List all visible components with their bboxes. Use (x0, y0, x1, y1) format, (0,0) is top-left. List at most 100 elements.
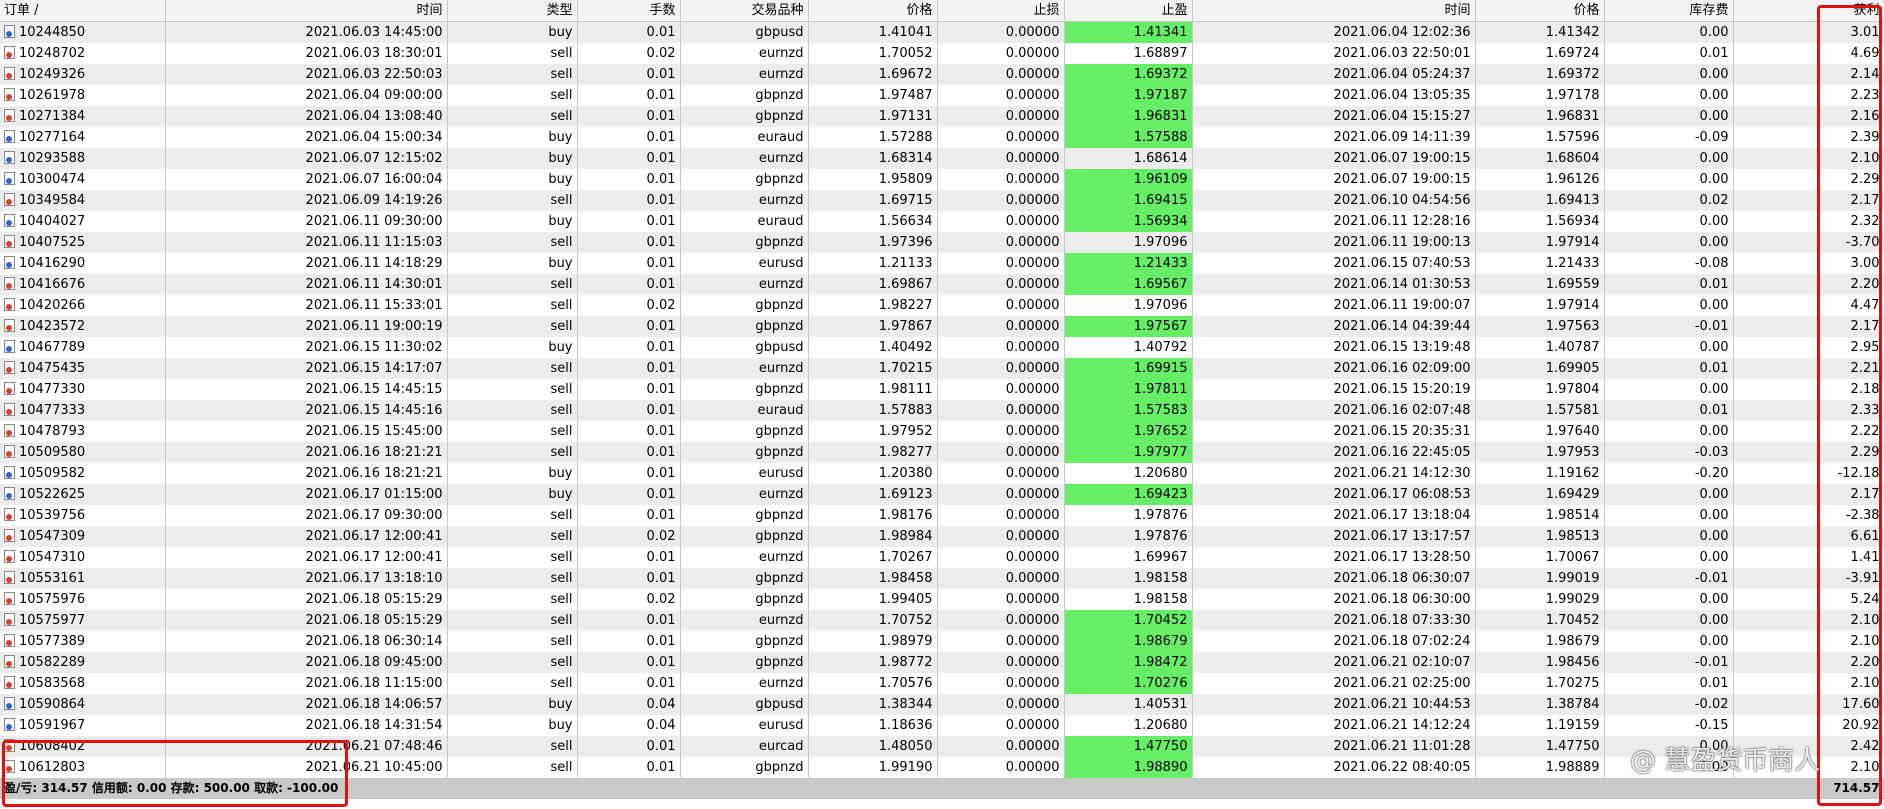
col-header-symbol[interactable]: 交易品种 (680, 0, 809, 22)
cell-sl: 0.00000 (937, 568, 1065, 589)
cell-time: 2021.06.17 01:15:00 (165, 484, 448, 505)
table-row[interactable]: 10553161 2021.06.17 13:18:10 sell 0.01 gbpnz… (0, 568, 1884, 589)
cell-time: 2021.06.04 09:00:00 (165, 85, 448, 106)
table-row[interactable]: 10575976 2021.06.18 05:15:29 sell 0.02 gbpnz… (0, 589, 1884, 610)
cell-close-price: 1.57596 (1475, 127, 1605, 148)
table-row[interactable]: 10407525 2021.06.11 11:15:03 sell 0.01 gbpnz… (0, 232, 1884, 253)
order-id: 10509582 (19, 466, 86, 481)
cell-close-price: 1.96831 (1475, 106, 1605, 127)
cell-type: sell (447, 232, 578, 253)
col-header-order[interactable]: 订单 / (0, 0, 166, 22)
table-row[interactable]: 10539756 2021.06.17 09:30:00 sell 0.01 gbpnz… (0, 505, 1884, 526)
col-header-tp[interactable]: 止盈 (1064, 0, 1193, 22)
table-row[interactable]: 10420266 2021.06.11 15:33:01 sell 0.02 gbpnz… (0, 295, 1884, 316)
cell-time: 2021.06.17 12:00:41 (165, 526, 448, 547)
cell-tp: 1.98890 (1064, 757, 1193, 778)
table-row[interactable]: 10522625 2021.06.17 01:15:00 buy 0.01 eurnzd… (0, 484, 1884, 505)
table-row[interactable]: 10244850 2021.06.03 14:45:00 buy 0.01 gbpusd… (0, 21, 1884, 43)
table-row[interactable]: 10509582 2021.06.16 18:21:21 buy 0.01 eurusd… (0, 463, 1884, 484)
cell-sl: 0.00000 (937, 442, 1065, 463)
cell-type: buy (447, 253, 578, 274)
table-row[interactable]: 10271384 2021.06.04 13:08:40 sell 0.01 gbpnz… (0, 106, 1884, 127)
cell-volume: 0.01 (577, 274, 681, 295)
cell-price: 1.99190 (808, 757, 938, 778)
table-row[interactable]: 10300474 2021.06.07 16:00:04 buy 0.01 gbpnzd… (0, 169, 1884, 190)
cell-order: 10509580 (0, 442, 166, 463)
cell-close-time: 2021.06.22 08:40:05 (1192, 757, 1476, 778)
cell-tp: 1.68614 (1064, 148, 1193, 169)
cell-tp: 1.20680 (1064, 463, 1193, 484)
table-row[interactable]: 10249326 2021.06.03 22:50:03 sell 0.01 eurnz… (0, 64, 1884, 85)
cell-swap: -0.01 (1604, 568, 1734, 589)
table-row[interactable]: 10575977 2021.06.18 05:15:29 sell 0.01 eurnz… (0, 610, 1884, 631)
col-header-close-time[interactable]: 时间 (1192, 0, 1476, 22)
table-row[interactable]: 10547310 2021.06.17 12:00:41 sell 0.01 eurnz… (0, 547, 1884, 568)
cell-order: 10249326 (0, 64, 166, 85)
buy-order-icon (4, 340, 15, 353)
table-row[interactable]: 10423572 2021.06.11 19:00:19 sell 0.01 gbpnz… (0, 316, 1884, 337)
col-header-volume[interactable]: 手数 (577, 0, 681, 22)
order-id: 10547309 (19, 529, 86, 544)
order-id: 10591967 (19, 718, 86, 733)
cell-volume: 0.01 (577, 673, 681, 694)
cell-price: 1.68314 (808, 148, 938, 169)
table-row[interactable]: 10416290 2021.06.11 14:18:29 buy 0.01 eurusd… (0, 253, 1884, 274)
table-row[interactable]: 10478793 2021.06.15 15:45:00 sell 0.01 gbpnz… (0, 421, 1884, 442)
table-row[interactable]: 10590864 2021.06.18 14:06:57 buy 0.04 gbpusd… (0, 694, 1884, 715)
cell-time: 2021.06.15 11:30:02 (165, 337, 448, 358)
table-row[interactable]: 10475435 2021.06.15 14:17:07 sell 0.01 eurnz… (0, 358, 1884, 379)
cell-time: 2021.06.18 09:45:00 (165, 652, 448, 673)
table-row[interactable]: 10591967 2021.06.18 14:31:54 buy 0.04 eurusd… (0, 715, 1884, 736)
buy-order-icon (4, 214, 15, 227)
table-row[interactable]: 10261978 2021.06.04 09:00:00 sell 0.01 gbpnz… (0, 85, 1884, 106)
table-row[interactable]: 10404027 2021.06.11 09:30:00 buy 0.01 euraud… (0, 211, 1884, 232)
col-header-time[interactable]: 时间 (165, 0, 448, 22)
cell-close-price: 1.98456 (1475, 652, 1605, 673)
col-header-close-price[interactable]: 价格 (1475, 0, 1605, 22)
cell-swap: 0.00 (1604, 148, 1734, 169)
cell-close-price: 1.70067 (1475, 547, 1605, 568)
cell-tp: 1.97811 (1064, 379, 1193, 400)
table-row[interactable]: 10277164 2021.06.04 15:00:34 buy 0.01 euraud… (0, 127, 1884, 148)
cell-time: 2021.06.16 18:21:21 (165, 463, 448, 484)
cell-sl: 0.00000 (937, 169, 1065, 190)
cell-symbol: euraud (680, 127, 809, 148)
cell-swap: 0.00 (1604, 295, 1734, 316)
cell-close-time: 2021.06.21 11:01:28 (1192, 736, 1476, 757)
cell-sl: 0.00000 (937, 106, 1065, 127)
table-row[interactable]: 10547309 2021.06.17 12:00:41 sell 0.02 gbpnz… (0, 526, 1884, 547)
table-row[interactable]: 10477333 2021.06.15 14:45:16 sell 0.01 eurau… (0, 400, 1884, 421)
col-header-swap[interactable]: 库存费 (1604, 0, 1734, 22)
cell-time: 2021.06.11 14:18:29 (165, 253, 448, 274)
table-row[interactable]: 10349584 2021.06.09 14:19:26 sell 0.01 eurnz… (0, 190, 1884, 211)
cell-volume: 0.01 (577, 358, 681, 379)
table-row[interactable]: 10509580 2021.06.16 18:21:21 sell 0.01 gbpnz… (0, 442, 1884, 463)
cell-volume: 0.01 (577, 148, 681, 169)
cell-volume: 0.01 (577, 631, 681, 652)
table-row[interactable]: 10477330 2021.06.15 14:45:15 sell 0.01 gbpnz… (0, 379, 1884, 400)
col-header-price[interactable]: 价格 (808, 0, 938, 22)
cell-tp: 1.56934 (1064, 211, 1193, 232)
cell-symbol: eurnzd (680, 43, 809, 64)
sell-order-icon (4, 550, 15, 563)
cell-close-price: 1.56934 (1475, 211, 1605, 232)
cell-swap: -0.02 (1604, 694, 1734, 715)
col-header-sl[interactable]: 止损 (937, 0, 1065, 22)
cell-close-time: 2021.06.17 13:28:50 (1192, 547, 1476, 568)
col-header-type[interactable]: 类型 (447, 0, 578, 22)
cell-volume: 0.01 (577, 21, 681, 43)
order-id: 10271384 (19, 109, 86, 124)
cell-close-price: 1.47750 (1475, 736, 1605, 757)
table-row[interactable]: 10416676 2021.06.11 14:30:01 sell 0.01 eurnz… (0, 274, 1884, 295)
table-row[interactable]: 10467789 2021.06.15 11:30:02 buy 0.01 gbpusd… (0, 337, 1884, 358)
cell-order: 10553161 (0, 568, 166, 589)
cell-symbol: eurcad (680, 736, 809, 757)
cell-close-price: 1.99019 (1475, 568, 1605, 589)
table-row[interactable]: 10577389 2021.06.18 06:30:14 sell 0.01 gbpnz… (0, 631, 1884, 652)
cell-price: 1.98227 (808, 295, 938, 316)
table-row[interactable]: 10582289 2021.06.18 09:45:00 sell 0.01 gbpnz… (0, 652, 1884, 673)
table-row[interactable]: 10583568 2021.06.18 11:15:00 sell 0.01 eurnz… (0, 673, 1884, 694)
order-id: 10477333 (19, 403, 86, 418)
table-row[interactable]: 10248702 2021.06.03 18:30:01 sell 0.02 eurnz… (0, 43, 1884, 64)
table-row[interactable]: 10293588 2021.06.07 12:15:02 buy 0.01 eurnzd… (0, 148, 1884, 169)
